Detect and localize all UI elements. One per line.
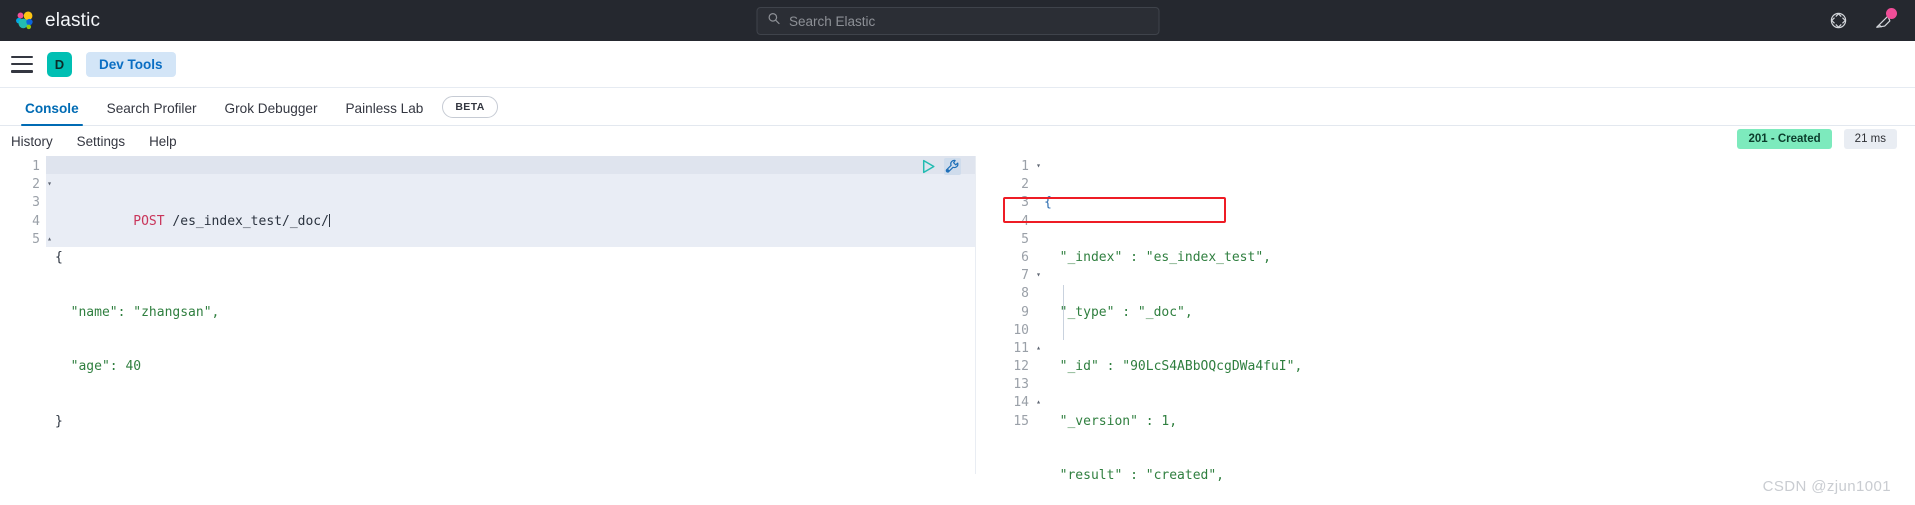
line-number: 1 ▾ — [1021, 159, 1041, 174]
play-triangle-icon[interactable] — [920, 158, 937, 175]
notification-badge — [1886, 8, 1897, 19]
line-number: 5 — [1021, 231, 1029, 247]
console-panes: 1 2 ▾ 3 4 5 ▴ POST /es_index_test/_doc/ { … — [0, 156, 1915, 483]
brand[interactable]: elastic — [0, 10, 100, 32]
response-line-5: "_version" : 1, — [1044, 413, 1178, 429]
beta-badge[interactable]: BETA — [442, 96, 498, 118]
response-line-1: { — [1044, 195, 1052, 211]
tab-grok-debugger[interactable]: Grok Debugger — [211, 102, 332, 125]
line-number: 4 — [32, 213, 40, 229]
search-input-box[interactable]: Search Elastic — [756, 7, 1159, 35]
line-number: 8 — [1021, 286, 1029, 302]
line-number: 7 ▾ — [1021, 268, 1041, 284]
menu-item-history[interactable]: History — [11, 134, 53, 149]
global-nav-actions — [1829, 0, 1897, 41]
request-code-area[interactable]: 1 2 ▾ 3 4 5 ▴ POST /es_index_test/_doc/ { … — [0, 156, 975, 474]
line-number: 12 — [1013, 359, 1029, 375]
response-gutter: 1 ▾ 2 3 4 5 6 7 ▾ 8 9 10 11 ▴ 12 13 14 ▴ 15 — [989, 156, 1041, 474]
global-nav-bar: elastic Search Elastic — [0, 0, 1915, 41]
status-badge: 201 - Created — [1737, 129, 1832, 149]
http-method: POST — [133, 213, 165, 229]
editor-action-icons — [920, 158, 961, 175]
menu-item-help[interactable]: Help — [149, 134, 177, 149]
tab-console[interactable]: Console — [11, 102, 93, 126]
response-code-area[interactable]: 1 ▾ 2 3 4 5 6 7 ▾ 8 9 10 11 ▴ 12 13 14 ▴ 15 … — [989, 156, 1915, 483]
elastic-logo-icon — [14, 10, 36, 32]
line-number: 5 ▴ — [32, 231, 52, 247]
line-number: 3 — [1021, 195, 1029, 211]
line-number: 13 — [1013, 377, 1029, 393]
pane-divider[interactable] — [975, 156, 989, 474]
duration-badge: 21 ms — [1843, 129, 1897, 149]
global-search[interactable]: Search Elastic — [756, 7, 1159, 35]
request-line-2: { — [55, 250, 63, 265]
request-line-3: "name": "zhangsan", — [55, 304, 220, 320]
response-line-2: "_index" : "es_index_test", — [1044, 250, 1271, 265]
line-number: 2 ▾ — [32, 177, 52, 193]
response-code-lines[interactable]: { "_index" : "es_index_test", "_type" : … — [1035, 158, 1915, 505]
tab-bar: Console Search Profiler Grok Debugger Pa… — [0, 88, 1915, 126]
search-placeholder: Search Elastic — [789, 13, 876, 29]
tab-painless-lab[interactable]: Painless Lab — [331, 102, 437, 125]
line-number: 9 — [1021, 304, 1029, 320]
help-circle-icon[interactable] — [1829, 11, 1848, 30]
search-icon — [767, 12, 780, 30]
line-number: 2 — [1021, 177, 1029, 193]
line-number: 4 — [1021, 213, 1029, 229]
line-number: 14 ▴ — [1013, 395, 1041, 411]
response-status-group: 201 - Created 21 ms — [1737, 129, 1897, 149]
request-line-4: "age": 40 — [55, 359, 142, 375]
request-line-1: POST /es_index_test/_doc/ — [46, 194, 975, 229]
request-line-5: } — [55, 413, 63, 429]
announcement-megaphone-icon[interactable] — [1874, 8, 1897, 30]
indent-guide — [1063, 285, 1064, 340]
response-line-3: "_type" : "_doc", — [1044, 304, 1193, 320]
wrench-icon[interactable] — [944, 158, 961, 175]
menu-item-settings[interactable]: Settings — [77, 134, 125, 149]
breadcrumb-dev-tools[interactable]: Dev Tools — [86, 51, 176, 77]
watermark: CSDN @zjun1001 — [1762, 478, 1891, 495]
response-pane[interactable]: 1 ▾ 2 3 4 5 6 7 ▾ 8 9 10 11 ▴ 12 13 14 ▴ 15 … — [989, 156, 1915, 483]
request-editor-pane[interactable]: 1 2 ▾ 3 4 5 ▴ POST /es_index_test/_doc/ { … — [0, 156, 975, 474]
brand-name: elastic — [45, 9, 101, 31]
line-number: 6 — [1021, 249, 1029, 265]
request-url: /es_index_test/_doc/ — [164, 213, 329, 229]
line-number: 3 — [32, 195, 40, 211]
line-number: 10 — [1013, 322, 1029, 338]
line-number: 1 — [32, 159, 40, 174]
tab-search-profiler[interactable]: Search Profiler — [93, 102, 211, 125]
text-cursor — [328, 213, 330, 227]
hamburger-menu-icon[interactable] — [11, 55, 33, 73]
app-header: D Dev Tools — [0, 41, 1915, 88]
response-line-4-id: "_id" : "90LcS4ABbOQcgDWa4fuI", — [1044, 359, 1303, 375]
request-gutter: 1 2 ▾ 3 4 5 ▴ — [0, 156, 52, 474]
request-code-lines[interactable]: POST /es_index_test/_doc/ { "name": "zha… — [46, 158, 975, 467]
line-number: 11 ▴ — [1013, 340, 1041, 356]
response-scrollbar[interactable] — [1905, 156, 1915, 474]
console-menu-bar: History Settings Help 201 - Created 21 m… — [0, 126, 1915, 156]
space-avatar[interactable]: D — [47, 51, 72, 77]
line-number: 15 — [1013, 413, 1029, 429]
